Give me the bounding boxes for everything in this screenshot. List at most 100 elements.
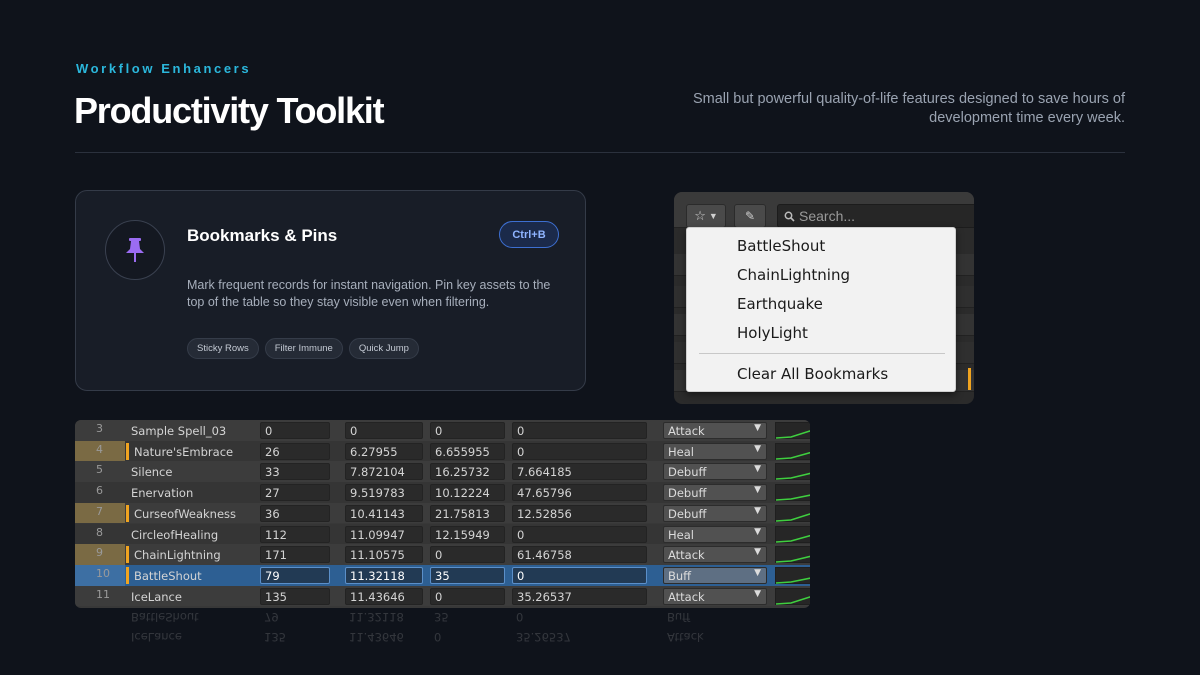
sparkline (775, 484, 810, 502)
table-row[interactable]: 11 IceLance 135 11.43646 0 35.26537 Attack ▼ (75, 585, 810, 607)
table-row[interactable]: 9 ChainLightning 171 11.10575 0 61.46758 Attac… (75, 544, 810, 565)
sparkline (775, 587, 810, 605)
type-dropdown[interactable]: Attack ▼ (663, 546, 767, 564)
table-row[interactable]: 10 BattleShout 79 11.32118 35 0 Buff ▼ (75, 564, 810, 586)
chevron-down-icon: ▼ (754, 547, 761, 558)
table-row[interactable]: 5 Silence 33 7.872104 16.25732 7.664185 Debuff… (75, 461, 810, 483)
value-field[interactable]: 135 (260, 587, 330, 605)
reflected-value: 35 (434, 610, 449, 624)
table-row[interactable]: 8 CircleofHealing 112 11.09947 12.15949 0 Heal… (75, 523, 810, 545)
type-value: Debuff (668, 506, 707, 521)
type-value: Attack (668, 424, 705, 438)
value-field[interactable]: 33 (260, 463, 330, 481)
row-index: 9 (75, 544, 125, 565)
value-field[interactable]: 27 (260, 484, 330, 502)
value-field[interactable]: 0 (430, 422, 505, 439)
value-field[interactable]: 35.26537 (512, 587, 647, 605)
value-field[interactable]: 0 (430, 546, 505, 564)
type-dropdown[interactable]: Heal ▼ (663, 442, 767, 460)
value-field[interactable]: 6.27955 (345, 442, 423, 460)
reflected-value: 0 (516, 610, 524, 624)
row-index: 4 (75, 440, 125, 462)
type-value: Heal (668, 444, 694, 459)
value-field[interactable]: 6.655955 (430, 442, 505, 460)
table-row[interactable]: 7 CurseofWeakness 36 10.41143 21.75813 12.528… (75, 502, 810, 524)
reflected-row: IceLance 135 11.43646 0 35.26537 Attack (75, 628, 810, 648)
clear-filter-button[interactable]: ✎ (734, 204, 766, 228)
value-field[interactable]: 0 (430, 587, 505, 605)
star-icon: ☆ (694, 208, 706, 223)
table-row[interactable]: 3 Sample Spell_03 0 0 0 0 Attack ▼ (75, 420, 810, 441)
value-field[interactable]: 12.15949 (430, 525, 505, 543)
value-field[interactable]: 11.43646 (345, 587, 423, 605)
value-field[interactable]: 16.25732 (430, 463, 505, 481)
chevron-down-icon: ▼ (754, 443, 761, 454)
value-field[interactable]: 10.41143 (345, 504, 423, 522)
bookmark-item-earthquake[interactable]: Earthquake (737, 295, 823, 313)
value-field[interactable]: 10.12224 (430, 484, 505, 502)
type-dropdown[interactable]: Heal ▼ (663, 525, 767, 543)
row-name: IceLance (131, 589, 182, 604)
pin-icon-badge (105, 220, 165, 280)
table-row[interactable]: 4 Nature'sEmbrace 26 6.27955 6.655955 0 Heal ▼ (75, 440, 810, 462)
table-row[interactable]: 6 Enervation 27 9.519783 10.12224 47.65796 Deb… (75, 482, 810, 503)
value-field[interactable]: 7.664185 (512, 463, 647, 481)
value-field[interactable]: 9.519783 (345, 484, 423, 502)
bookmark-item-battleshout[interactable]: BattleShout (737, 237, 825, 255)
value-field[interactable]: 171 (260, 546, 330, 564)
bookmark-item-chainlightning[interactable]: ChainLightning (737, 266, 850, 284)
bookmark-menu-button[interactable]: ☆ ▼ (686, 204, 726, 228)
type-dropdown[interactable]: Debuff ▼ (663, 484, 767, 502)
spell-table: 3 Sample Spell_03 0 0 0 0 Attack ▼ 4 Nature'sEmbr… (75, 420, 810, 608)
value-field[interactable]: 36 (260, 504, 330, 522)
sparkline (775, 422, 810, 439)
type-dropdown[interactable]: Debuff ▼ (663, 463, 767, 481)
value-field[interactable]: 0 (512, 525, 647, 543)
value-field[interactable]: 47.65796 (512, 484, 647, 502)
row-name: CircleofHealing (131, 527, 219, 542)
search-input[interactable]: Search... (777, 204, 974, 228)
card-description: Mark frequent records for instant naviga… (187, 278, 551, 309)
chevron-down-icon: ▼ (754, 485, 761, 496)
value-field[interactable]: 0 (512, 566, 647, 584)
type-value: Debuff (668, 465, 707, 480)
clear-all-bookmarks[interactable]: Clear All Bookmarks (737, 365, 888, 383)
value-field[interactable]: 7.872104 (345, 463, 423, 481)
chevron-down-icon: ▼ (754, 588, 761, 599)
row-name: ChainLightning (134, 548, 221, 563)
reflected-value: 0 (434, 630, 442, 644)
value-field[interactable]: 61.46758 (512, 546, 647, 564)
type-dropdown[interactable]: Buff ▼ (663, 566, 767, 584)
bookmark-dropdown-menu: BattleShout ChainLightning Earthquake Ho… (686, 227, 956, 392)
search-icon (784, 211, 795, 222)
value-field[interactable]: 0 (260, 422, 330, 439)
value-field[interactable]: 26 (260, 442, 330, 460)
value-field[interactable]: 11.32118 (345, 566, 423, 584)
type-dropdown[interactable]: Attack ▼ (663, 587, 767, 605)
value-field[interactable]: 112 (260, 525, 330, 543)
sparkline (775, 525, 810, 543)
value-field[interactable]: 12.52856 (512, 504, 647, 522)
type-dropdown[interactable]: Debuff ▼ (663, 504, 767, 522)
row-name: BattleShout (134, 568, 202, 583)
value-field[interactable]: 35 (430, 566, 505, 584)
type-value: Attack (668, 589, 705, 604)
value-field[interactable]: 11.09947 (345, 525, 423, 543)
value-field[interactable]: 11.10575 (345, 546, 423, 564)
row-index: 8 (96, 525, 103, 539)
menu-separator (699, 353, 945, 354)
page-subtitle: Small but powerful quality-of-life featu… (692, 91, 1125, 126)
bookmark-marker (968, 368, 971, 390)
value-field[interactable]: 79 (260, 566, 330, 584)
bookmark-item-holylight[interactable]: HolyLight (737, 324, 808, 342)
value-field[interactable]: 0 (345, 422, 423, 439)
value-field[interactable]: 21.75813 (430, 504, 505, 522)
eyebrow-label: Workflow Enhancers (76, 61, 252, 76)
value-field[interactable]: 0 (512, 442, 647, 460)
value-field[interactable]: 0 (512, 422, 647, 439)
sparkline (775, 546, 810, 564)
table-reflection: IceLance 135 11.43646 0 35.26537 Attack Battle… (75, 608, 810, 648)
type-dropdown[interactable]: Attack ▼ (663, 422, 767, 439)
tag-quick-jump: Quick Jump (348, 338, 419, 359)
bookmark-marker (126, 442, 129, 460)
